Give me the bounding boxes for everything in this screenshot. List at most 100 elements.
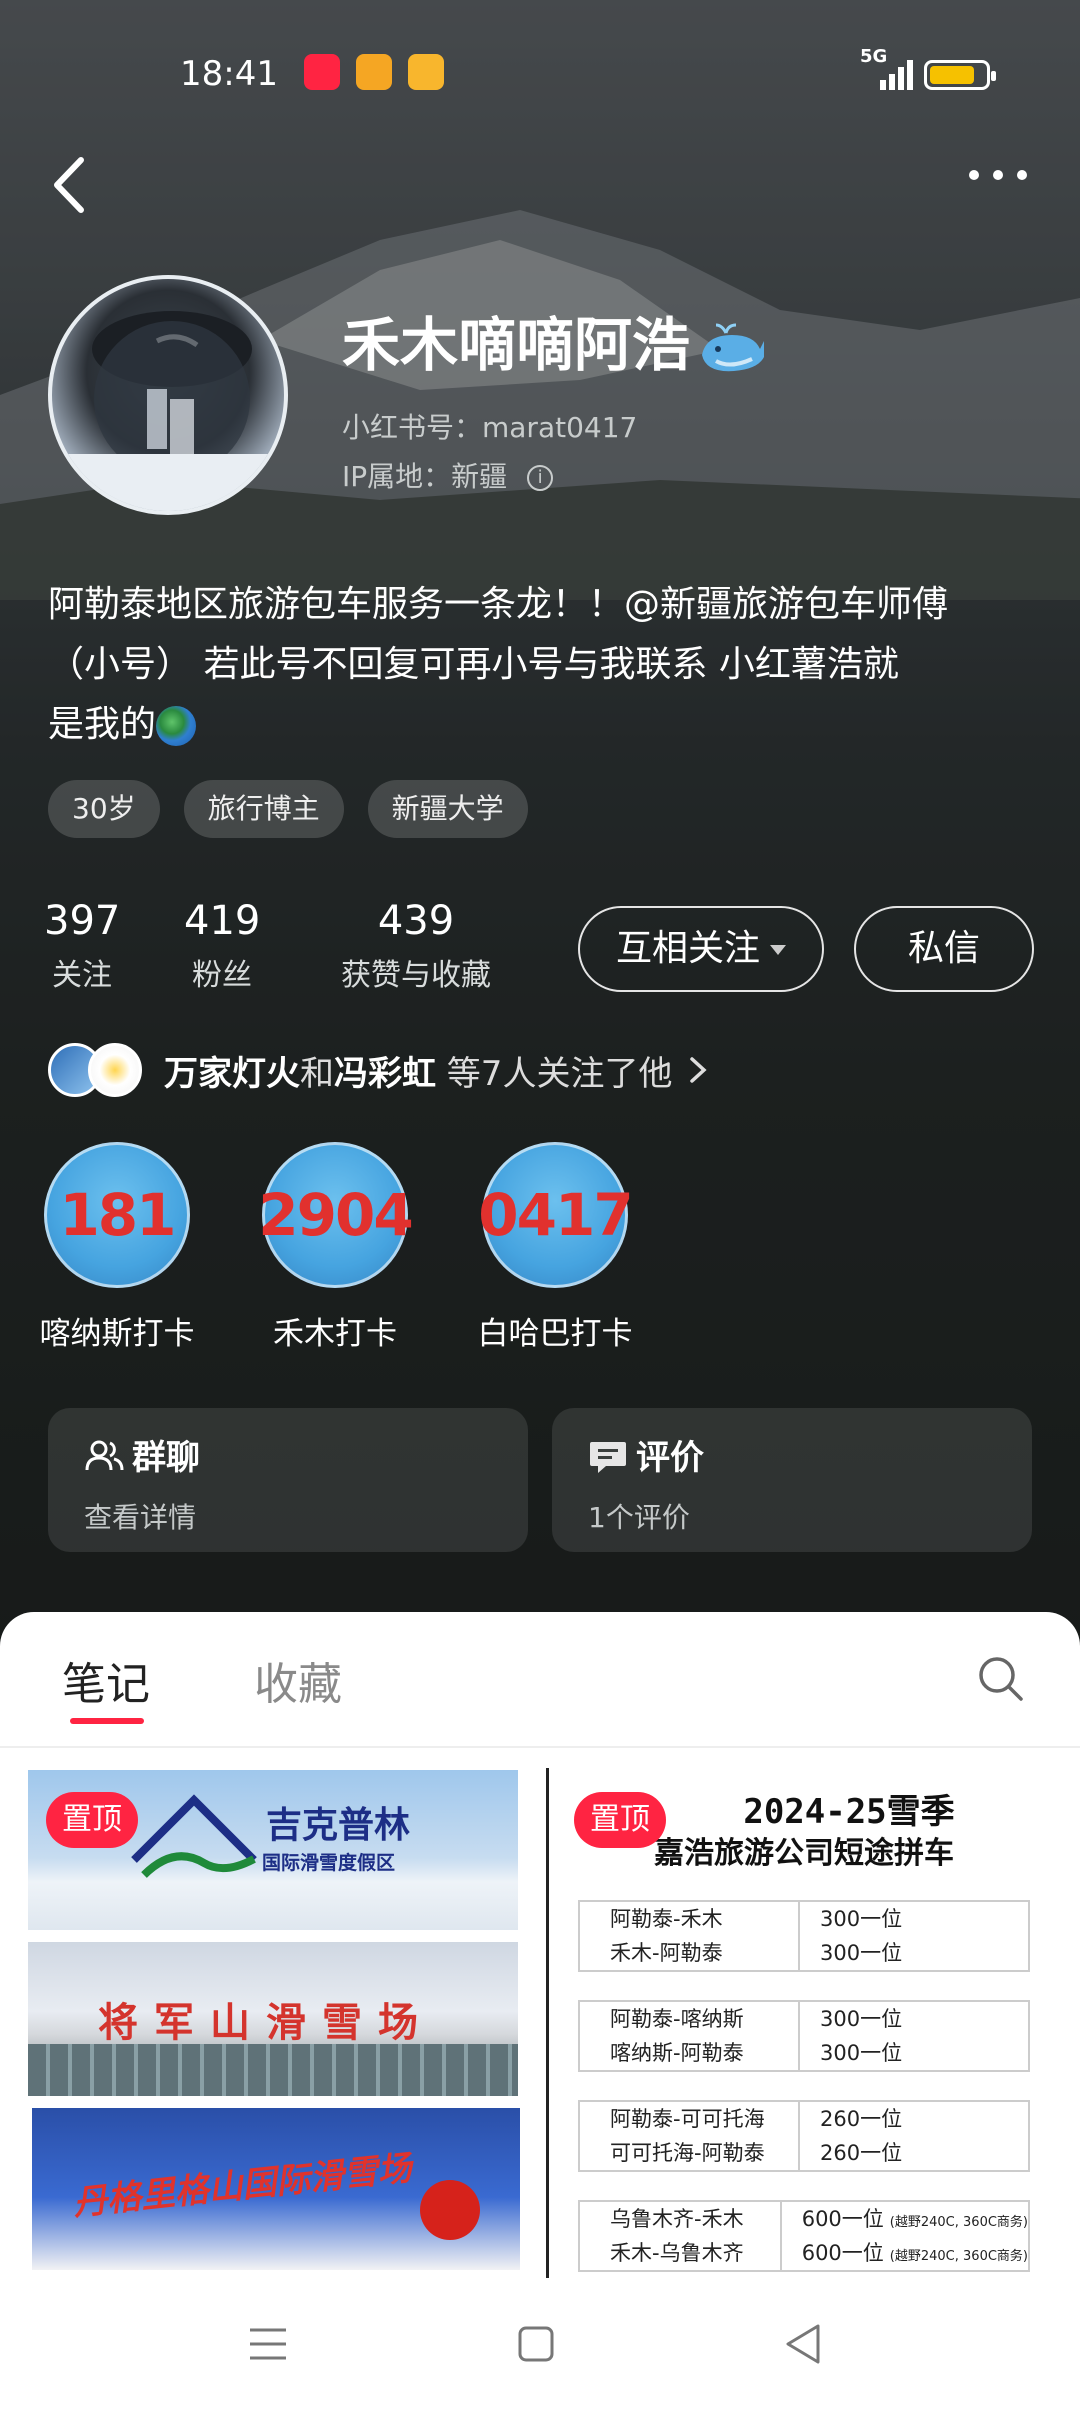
highlight-cover: 0417	[478, 1142, 634, 1288]
home-icon[interactable]	[516, 2324, 556, 2364]
column-separator	[546, 1768, 549, 2278]
stat-following[interactable]: 397 关注	[44, 898, 120, 994]
fare: 300一位	[820, 2041, 903, 2065]
stat-following-label: 关注	[52, 958, 112, 993]
info-icon[interactable]: i	[527, 465, 554, 491]
stat-following-count: 397	[44, 898, 121, 944]
route: 阿勒泰-禾木	[580, 1902, 800, 1936]
search-icon[interactable]	[976, 1654, 1026, 1704]
ip-location: IP属地：新疆 i	[342, 455, 554, 495]
note-card-carpool-prices[interactable]: 置顶 2024-25雪季 嘉浩旅游公司短途拼车 阿勒泰-禾木 300一位 禾木-阿…	[552, 1762, 1056, 2282]
route: 乌鲁木齐-禾木	[580, 2202, 782, 2236]
fare: 600一位 (越野240C, 360C商务)	[782, 2202, 1028, 2236]
highlight-baihaba[interactable]: 0417 白哈巴打卡	[440, 1142, 670, 1353]
route: 禾木-乌鲁木齐	[580, 2236, 782, 2270]
video-app-icon	[356, 54, 392, 90]
back-nav-icon[interactable]	[782, 2322, 822, 2366]
fare: 300一位	[820, 2007, 903, 2031]
price-group: 阿勒泰-喀纳斯 300一位 喀纳斯-阿勒泰 300一位	[578, 2000, 1030, 2072]
status-bar: 18:41 5G	[0, 46, 1080, 98]
message-button[interactable]: 私信	[854, 906, 1034, 992]
group-chat-sub: 查看详情	[84, 1501, 197, 1534]
fare: 260一位	[820, 2141, 903, 2165]
group-chat-title: 群聊	[132, 1438, 200, 1478]
fare-note: (越野240C, 360C商务)	[889, 2215, 1028, 2230]
price-row: 禾木-乌鲁木齐 600一位 (越野240C, 360C商务)	[580, 2236, 1028, 2270]
mutual-followers[interactable]: 万家灯火和冯彩虹 等7人关注了他	[48, 1040, 710, 1100]
route: 阿勒泰-喀纳斯	[580, 2002, 800, 2036]
price-row: 可可托海-阿勒泰 260一位	[580, 2136, 1028, 2170]
reviews-title: 评价	[636, 1438, 704, 1478]
price-row: 阿勒泰-可可托海 260一位	[580, 2102, 1028, 2136]
fare: 300一位	[820, 1907, 903, 1931]
price-group: 乌鲁木齐-禾木 600一位 (越野240C, 360C商务) 禾木-乌鲁木齐 600一…	[578, 2200, 1030, 2272]
xiaohongshu-icon	[304, 54, 340, 90]
price-row: 阿勒泰-禾木 300一位	[580, 1902, 1028, 1936]
mutual-follow-button[interactable]: 互相关注	[578, 906, 824, 992]
back-button[interactable]	[45, 150, 95, 220]
mutual-rest: 等7人关注了他	[436, 1053, 673, 1094]
whale-icon	[702, 323, 765, 372]
chevron-right-icon	[690, 1057, 708, 1083]
stat-likes-label: 获赞与收藏	[341, 958, 491, 993]
tag-school[interactable]: 新疆大学	[367, 780, 528, 838]
bio-line: （小号） 若此号不回复可再小号与我联系 小红薯浩就	[48, 644, 899, 685]
route: 禾木-阿勒泰	[580, 1936, 800, 1970]
price-row: 喀纳斯-阿勒泰 300一位	[580, 2036, 1028, 2070]
group-icon	[85, 1440, 124, 1471]
mutual-name-2: 冯彩虹	[334, 1053, 436, 1094]
battery-icon	[924, 60, 996, 90]
fare: 260一位	[820, 2107, 903, 2131]
route: 阿勒泰-可可托海	[580, 2102, 800, 2136]
route: 可可托海-阿勒泰	[580, 2136, 800, 2170]
fare-value: 600一位	[801, 2241, 884, 2265]
price-row: 阿勒泰-喀纳斯 300一位	[580, 2002, 1028, 2036]
caret-down-icon	[770, 945, 786, 955]
globe-icon	[156, 706, 197, 746]
tab-notes[interactable]: 笔记	[62, 1648, 150, 1712]
bio-line: 是我的	[48, 704, 157, 745]
more-options-button[interactable]	[960, 150, 1040, 200]
ski-resort-image-2: 将军山滑雪场	[28, 1942, 518, 2096]
bio: 阿勒泰地区旅游包车服务一条龙！！@新疆旅游包车师傅 （小号） 若此号不回复可再小…	[48, 575, 1038, 755]
resort-name-1: 吉克普林	[266, 1804, 411, 1846]
menu-icon[interactable]	[246, 2322, 290, 2366]
resort-sign-3: 丹格里格山国际滑雪场	[71, 2148, 414, 2224]
group-chat-card[interactable]: 群聊 查看详情	[48, 1408, 528, 1552]
fare: 300一位	[820, 1941, 903, 1965]
highlight-cover: 181	[44, 1142, 190, 1288]
highlight-label: 白哈巴打卡	[477, 1316, 633, 1352]
highlight-hemu[interactable]: 2904 禾木打卡	[220, 1142, 450, 1353]
highlight-cover: 2904	[258, 1142, 414, 1288]
profile-tags: 30岁 旅行博主 新疆大学	[48, 780, 528, 838]
avatar-image	[52, 311, 284, 511]
mutual-joiner: 和	[300, 1053, 334, 1094]
reviews-card[interactable]: 评价 1个评价	[552, 1408, 1032, 1552]
user-id: 小红书号：marat0417	[342, 411, 638, 444]
tab-favorites[interactable]: 收藏	[254, 1648, 342, 1712]
status-time: 18:41	[180, 54, 278, 94]
price-group: 阿勒泰-禾木 300一位 禾木-阿勒泰 300一位	[578, 1900, 1030, 1972]
nickname-text: 禾木嘀嘀阿浩	[342, 311, 691, 379]
signal-icon	[880, 60, 913, 90]
highlight-label: 喀纳斯打卡	[39, 1316, 195, 1352]
stat-likes[interactable]: 439 获赞与收藏	[326, 898, 506, 994]
ip-location-text: IP属地：新疆	[342, 460, 508, 493]
fare: 600一位 (越野240C, 360C商务)	[782, 2236, 1028, 2270]
tab-indicator	[70, 1718, 144, 1724]
book-app-icon	[408, 54, 444, 90]
price-row: 乌鲁木齐-禾木 600一位 (越野240C, 360C商务)	[580, 2202, 1028, 2236]
stat-followers-count: 419	[184, 898, 261, 944]
tab-divider	[0, 1746, 1080, 1748]
route: 喀纳斯-阿勒泰	[580, 2036, 800, 2070]
mutual-avatar-2	[88, 1043, 142, 1097]
highlight-kanas[interactable]: 181 喀纳斯打卡	[2, 1142, 232, 1353]
pinned-badge: 置顶	[574, 1792, 666, 1848]
avatar[interactable]	[48, 275, 288, 515]
system-nav-bar	[0, 2282, 1080, 2412]
tag-role: 旅行博主	[183, 780, 344, 838]
note-card-ski-resorts[interactable]: 置顶 吉克普林 国际滑雪度假区 将军山滑雪场 丹格里格山国际滑雪场	[24, 1762, 526, 2282]
stat-followers[interactable]: 419 粉丝	[184, 898, 260, 994]
highlight-label: 禾木打卡	[273, 1316, 397, 1352]
price-row: 禾木-阿勒泰 300一位	[580, 1936, 1028, 1970]
